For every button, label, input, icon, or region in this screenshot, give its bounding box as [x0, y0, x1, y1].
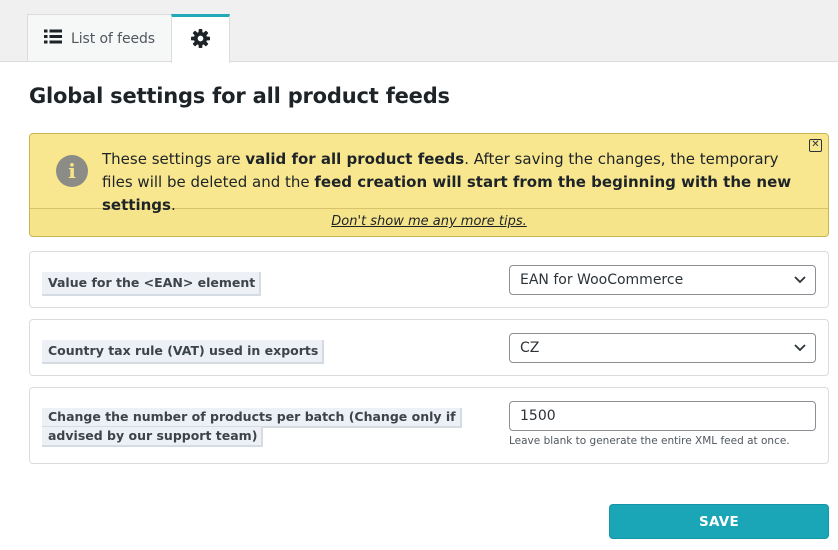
ean-select-value: EAN for WooCommerce	[520, 272, 684, 288]
setting-ean: Value for the <EAN> element EAN for WooC…	[29, 251, 829, 308]
ean-select[interactable]: EAN for WooCommerce	[509, 265, 816, 295]
tip-notice-text: These settings are valid for all product…	[102, 148, 812, 217]
batch-hint: Leave blank to generate the entire XML f…	[509, 435, 790, 447]
settings-panel: Global settings for all product feeds i …	[0, 61, 838, 550]
batch-size-input[interactable]	[509, 401, 816, 431]
batch-label-wrap: Change the number of products per batch …	[42, 407, 499, 447]
dont-show-tips-link[interactable]: Don't show me any more tips.	[30, 214, 828, 229]
chevron-down-icon	[794, 344, 806, 352]
tab-list-of-feeds[interactable]: List of feeds	[27, 14, 172, 62]
tab-list-of-feeds-label: List of feeds	[71, 30, 155, 47]
info-icon: i	[56, 155, 88, 187]
close-icon[interactable]: ✕	[809, 139, 822, 152]
tab-bar: List of feeds	[0, 0, 838, 63]
tab-settings[interactable]	[171, 14, 230, 63]
page-title: Global settings for all product feeds	[29, 84, 450, 108]
vat-label: Country tax rule (VAT) used in exports	[42, 340, 325, 364]
notice-text-bold-1: valid for all product feeds	[245, 150, 465, 168]
gear-icon	[191, 28, 210, 52]
vat-select-value: CZ	[520, 340, 540, 356]
setting-batch: Change the number of products per batch …	[29, 387, 829, 464]
ean-label: Value for the <EAN> element	[42, 272, 262, 296]
tip-notice-body: i These settings are valid for all produ…	[30, 134, 828, 214]
notice-text-3: .	[170, 196, 176, 214]
notice-text-1: These settings are	[102, 150, 246, 168]
tip-notice: i These settings are valid for all produ…	[29, 133, 829, 237]
batch-label: Change the number of products per batch …	[42, 408, 462, 447]
chevron-down-icon	[794, 276, 806, 284]
list-icon	[44, 29, 63, 48]
setting-vat: Country tax rule (VAT) used in exports C…	[29, 319, 829, 376]
save-button[interactable]: SAVE	[609, 504, 829, 539]
vat-select[interactable]: CZ	[509, 333, 816, 363]
